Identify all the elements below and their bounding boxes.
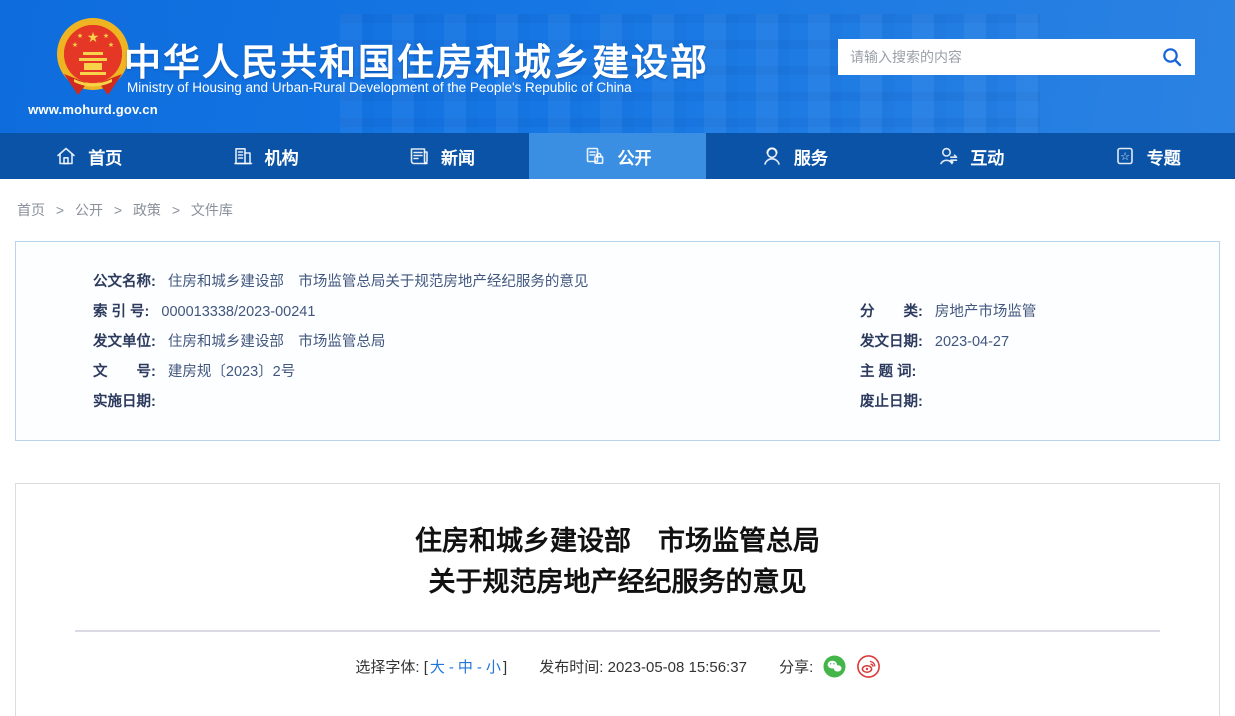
nav-item-disclosure[interactable]: 公开 xyxy=(529,133,706,179)
meta-right-column: 分 类: 房地产市场监管 发文日期: 2023-04-27 主 题 词: 废止日… xyxy=(860,267,1219,417)
font-size-small-button[interactable]: 小 xyxy=(486,659,501,676)
meta-field-label: 主 题 词: xyxy=(860,364,917,380)
nav-item-label: 互动 xyxy=(970,148,1005,168)
document-title-line2: 关于规范房地产经纪服务的意见 xyxy=(428,567,807,597)
meta-field-value: 2023-04-27 xyxy=(934,334,1010,350)
font-size-large-button[interactable]: 大 xyxy=(430,659,445,676)
share-group: 分享: xyxy=(779,655,880,678)
font-size-medium-button[interactable]: 中 xyxy=(458,659,473,676)
nav-item-label: 新闻 xyxy=(441,148,476,168)
breadcrumb-disclosure[interactable]: 公开 xyxy=(75,202,103,218)
service-person-icon xyxy=(764,147,780,165)
meta-row-doc-name: 公文名称: 住房和城乡建设部 市场监管总局关于规范房地产经纪服务的意见 xyxy=(16,267,860,297)
meta-field-label: 分 类: xyxy=(860,304,923,320)
publish-time-label: 发布时间: xyxy=(539,659,604,676)
nav-item-label: 服务 xyxy=(793,148,828,168)
breadcrumb-policy[interactable]: 政策 xyxy=(133,202,161,218)
nav-item-news[interactable]: 新闻 xyxy=(353,133,529,179)
document-meta-box: 公文名称: 住房和城乡建设部 市场监管总局关于规范房地产经纪服务的意见 索 引 … xyxy=(15,241,1220,441)
meta-field-value: 住房和城乡建设部 市场监管总局关于规范房地产经纪服务的意见 xyxy=(167,274,589,290)
search-icon[interactable] xyxy=(1161,46,1183,68)
title-divider xyxy=(75,630,1160,632)
document-title: 住房和城乡建设部 市场监管总局 关于规范房地产经纪服务的意见 xyxy=(16,521,1219,603)
meta-field-value: 建房规〔2023〕2号 xyxy=(167,364,296,380)
meta-row-repeal-date: 废止日期: xyxy=(860,387,1219,417)
meta-row-doc-no: 文 号: 建房规〔2023〕2号 xyxy=(16,357,860,387)
nav-item-org[interactable]: 机构 xyxy=(176,133,352,179)
nav-item-service[interactable]: 服务 xyxy=(706,133,882,179)
meta-field-label: 公文名称: xyxy=(93,274,156,290)
news-icon xyxy=(410,148,428,165)
article-toolbar: 选择字体: [大 - 中 - 小] 发布时间: 2023-05-08 15:56:37 … xyxy=(16,655,1219,678)
meta-field-label: 废止日期: xyxy=(860,394,923,410)
breadcrumb: 首页 > 公开 > 政策 > 文件库 xyxy=(17,200,1235,220)
meta-row-spacer xyxy=(860,267,1219,297)
main-nav: 首页 机构 新闻 公开 服务 互动 ☆ 专题 xyxy=(0,133,1235,179)
nav-item-label: 专题 xyxy=(1146,148,1181,168)
publish-time-value: 2023-05-08 15:56:37 xyxy=(607,659,747,676)
svg-text:★: ★ xyxy=(87,29,100,45)
home-icon xyxy=(57,147,76,165)
nav-item-interaction[interactable]: 互动 xyxy=(882,133,1058,179)
org-building-icon xyxy=(233,148,252,165)
document-title-line1: 住房和城乡建设部 市场监管总局 xyxy=(415,526,820,556)
nav-item-label: 首页 xyxy=(88,148,123,168)
font-size-dash: - xyxy=(476,659,482,676)
nav-item-topics[interactable]: ☆ 专题 xyxy=(1059,133,1235,179)
search-input[interactable] xyxy=(850,49,1161,65)
meta-left-column: 公文名称: 住房和城乡建设部 市场监管总局关于规范房地产经纪服务的意见 索 引 … xyxy=(16,267,860,417)
meta-row-issue-date: 发文日期: 2023-04-27 xyxy=(860,327,1219,357)
breadcrumb-home[interactable]: 首页 xyxy=(17,202,45,218)
bracket-open: [ xyxy=(423,659,428,676)
font-selector-label: 选择字体: xyxy=(355,659,420,676)
meta-field-label: 实施日期: xyxy=(93,394,156,410)
disclosure-doc-icon xyxy=(587,147,604,165)
svg-text:★: ★ xyxy=(108,41,114,49)
meta-field-value: 000013338/2023-00241 xyxy=(161,304,316,320)
wechat-share-icon[interactable] xyxy=(823,655,846,678)
national-emblem-icon: ★ ★ ★ ★ ★ xyxy=(57,18,129,95)
font-size-selector: 选择字体: [大 - 中 - 小] xyxy=(355,659,511,676)
meta-row-index-no: 索 引 号: 000013338/2023-00241 xyxy=(16,297,860,327)
site-subtitle: Ministry of Housing and Urban-Rural Deve… xyxy=(127,80,632,95)
document-content-box: 住房和城乡建设部 市场监管总局 关于规范房地产经纪服务的意见 选择字体: [大 -… xyxy=(15,483,1220,716)
svg-text:★: ★ xyxy=(103,32,109,40)
bracket-close: ] xyxy=(502,659,508,676)
svg-text:★: ★ xyxy=(72,41,78,49)
meta-field-value: 房地产市场监管 xyxy=(934,304,1037,320)
special-topic-star-icon: ☆ xyxy=(1116,147,1133,165)
meta-field-label: 发文日期: xyxy=(860,334,923,350)
share-label: 分享: xyxy=(779,659,814,676)
nav-item-label: 公开 xyxy=(617,148,652,168)
publish-time: 发布时间: 2023-05-08 15:56:37 xyxy=(539,659,751,676)
site-header: ★ ★ ★ ★ ★ www.mohurd.gov.cn 中华人民共和国住房和城乡… xyxy=(0,0,1235,133)
nav-item-home[interactable]: 首页 xyxy=(0,133,176,179)
breadcrumb-separator: > xyxy=(55,202,65,218)
weibo-share-icon[interactable] xyxy=(856,655,880,678)
interaction-person-icon xyxy=(940,147,958,165)
nav-item-label: 机构 xyxy=(264,148,299,168)
search-box[interactable] xyxy=(838,39,1195,75)
breadcrumb-separator: > xyxy=(113,202,123,218)
meta-field-label: 索 引 号: xyxy=(93,304,150,320)
meta-field-label: 发文单位: xyxy=(93,334,156,350)
breadcrumb-separator: > xyxy=(171,202,181,218)
meta-row-category: 分 类: 房地产市场监管 xyxy=(860,297,1219,327)
site-title: 中华人民共和国住房和城乡建设部 xyxy=(124,42,709,83)
font-size-dash: - xyxy=(448,659,454,676)
meta-row-keywords: 主 题 词: xyxy=(860,357,1219,387)
svg-text:★: ★ xyxy=(77,32,83,40)
meta-field-value: 住房和城乡建设部 市场监管总局 xyxy=(167,334,386,350)
meta-row-issuing-org: 发文单位: 住房和城乡建设部 市场监管总局 xyxy=(16,327,860,357)
meta-field-label: 文 号: xyxy=(93,364,156,380)
breadcrumb-current: 文件库 xyxy=(190,202,233,218)
meta-row-effective-date: 实施日期: xyxy=(16,387,860,417)
svg-text:☆: ☆ xyxy=(1120,151,1130,163)
site-url: www.mohurd.gov.cn xyxy=(28,102,158,117)
